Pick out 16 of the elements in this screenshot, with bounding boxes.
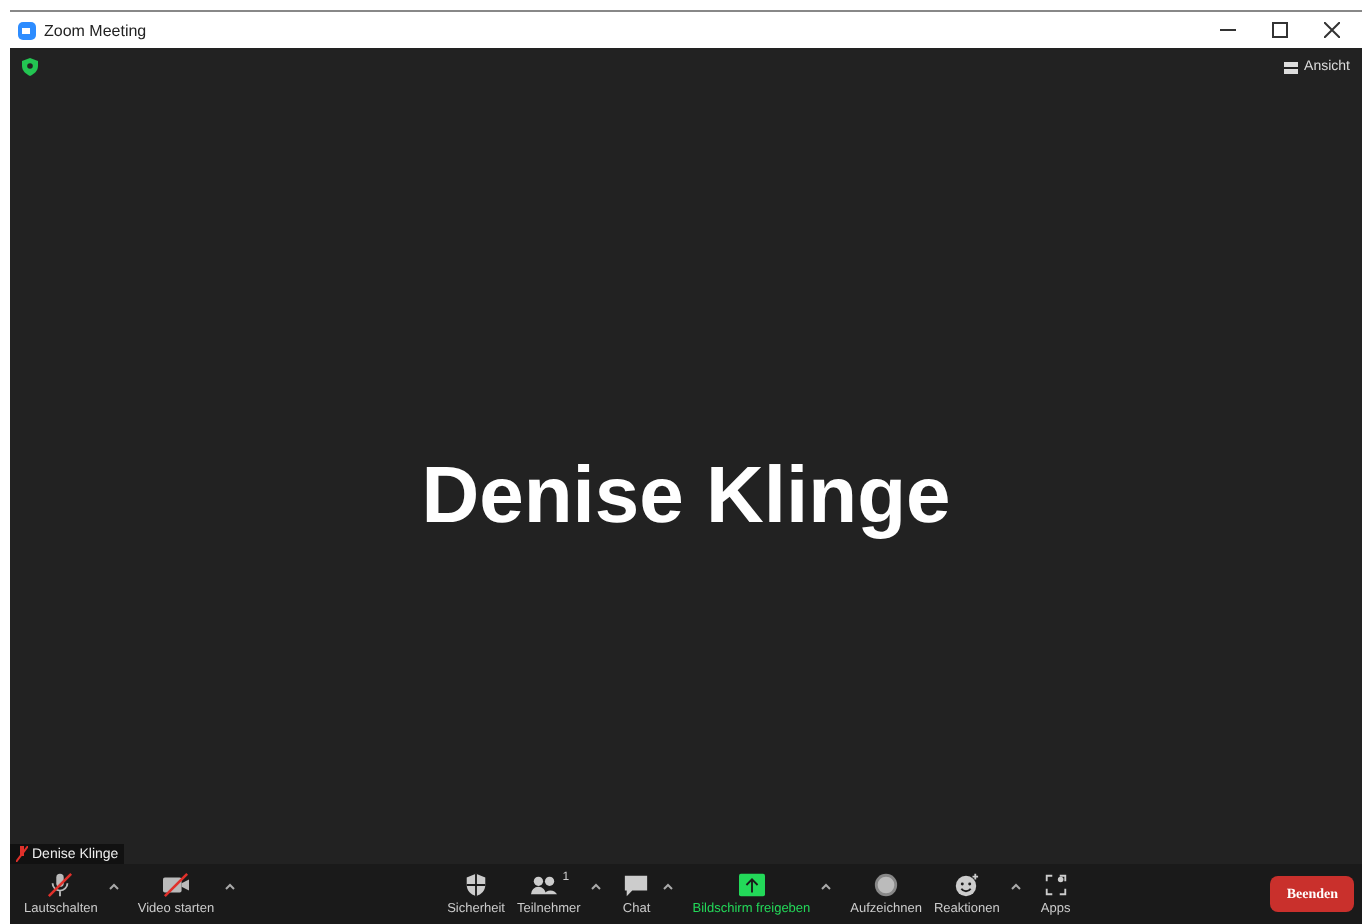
caret-icon[interactable] bbox=[224, 882, 237, 890]
caret-icon[interactable] bbox=[107, 882, 120, 890]
caret-icon[interactable] bbox=[1009, 882, 1022, 890]
caret-icon[interactable] bbox=[590, 882, 603, 890]
grid-icon bbox=[1284, 61, 1299, 73]
share-screen-icon bbox=[735, 872, 768, 898]
zoom-logo-icon bbox=[18, 21, 36, 39]
smiley-icon bbox=[950, 872, 983, 898]
participant-name: Denise Klinge bbox=[421, 452, 951, 542]
caret-icon[interactable] bbox=[820, 882, 833, 890]
caret-icon[interactable] bbox=[662, 882, 675, 890]
window-title: Zoom Meeting bbox=[44, 21, 149, 39]
people-icon bbox=[528, 872, 561, 898]
chat-bubble-icon bbox=[620, 872, 653, 898]
shield-icon bbox=[22, 58, 38, 76]
record-icon bbox=[870, 872, 903, 898]
